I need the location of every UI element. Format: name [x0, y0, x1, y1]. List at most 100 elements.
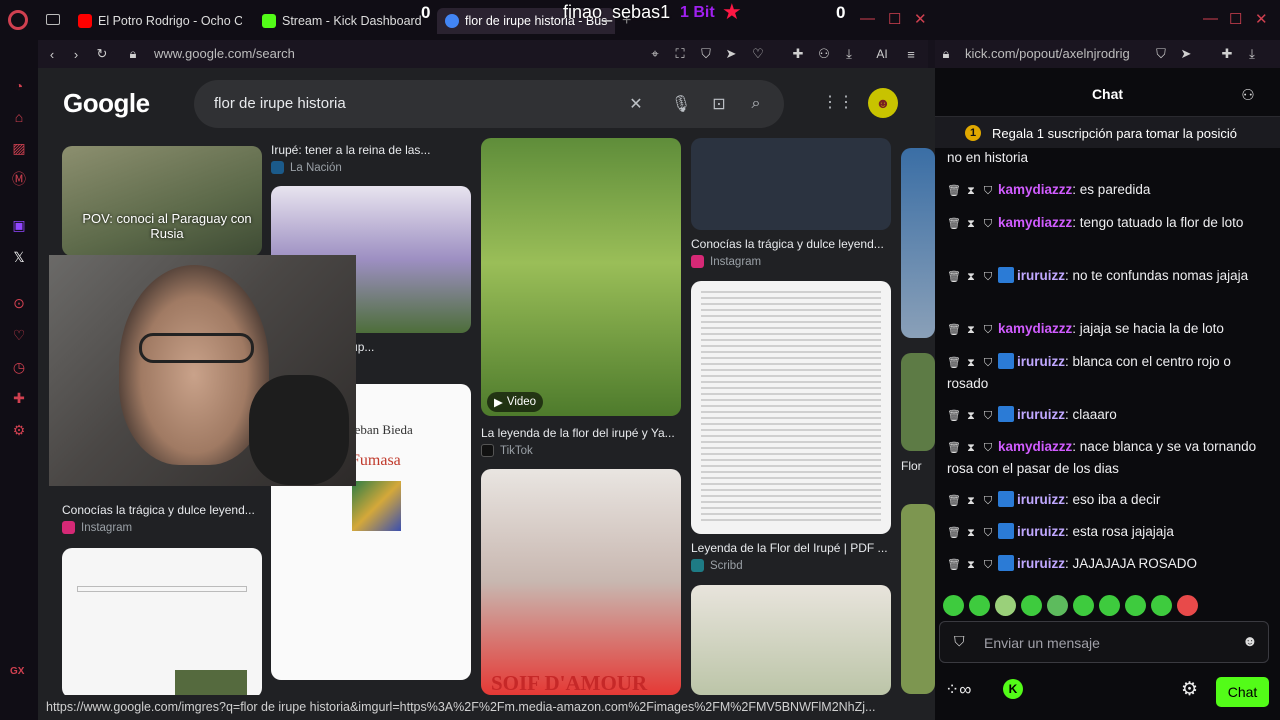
microphone-icon[interactable]: 🎙︎ — [671, 94, 691, 114]
image-result[interactable] — [62, 548, 262, 695]
username[interactable]: kamydiazzz — [998, 182, 1072, 197]
emote-icon[interactable] — [1021, 595, 1042, 616]
speed-dial-icon[interactable]: ◔ — [9, 76, 29, 96]
control-icon[interactable]: ▨ — [9, 138, 29, 158]
result-caption[interactable]: Conocías la trágica y dulce leyend... — [62, 503, 262, 517]
x-icon[interactable]: 𝕏 — [9, 247, 29, 267]
username[interactable]: kamydiazzz — [998, 215, 1072, 230]
trash-icon[interactable]: 🗑︎ — [947, 491, 961, 512]
result-caption[interactable]: Conocías la trágica y dulce leyend... — [691, 237, 891, 251]
trash-icon[interactable]: 🗑︎ — [947, 181, 961, 202]
heart-icon[interactable]: ♡ — [9, 325, 29, 345]
timeout-icon[interactable]: ⧗ — [964, 181, 978, 202]
chat-input[interactable]: ⛉ Enviar un mensaje ☻ — [939, 621, 1269, 663]
emoji-icon[interactable]: ☻ — [1242, 633, 1258, 650]
chat-close-icon[interactable]: ✕ — [1255, 10, 1268, 28]
send-icon[interactable]: ➤ — [1177, 45, 1195, 63]
timeout-icon[interactable]: ⧗ — [964, 438, 978, 459]
username[interactable]: iruruizz — [1017, 556, 1065, 571]
emote-icon[interactable] — [1151, 595, 1172, 616]
trash-icon[interactable]: 🗑︎ — [947, 353, 961, 374]
emote-icon[interactable] — [1177, 595, 1198, 616]
opera-logo-icon[interactable] — [8, 10, 28, 30]
trash-icon[interactable]: 🗑︎ — [947, 523, 961, 544]
settings-icon[interactable]: ⚙ — [1181, 678, 1198, 701]
timeout-icon[interactable]: ⧗ — [964, 406, 978, 427]
extensions-icon[interactable]: ✚ — [789, 45, 807, 63]
settings-icon[interactable]: ⚙ — [9, 420, 29, 440]
bookmark-heart-icon[interactable]: ♡ — [749, 45, 767, 63]
image-result[interactable]: POV: conoci al Paraguay con Rusia — [62, 146, 262, 256]
emote-icon[interactable] — [1099, 595, 1120, 616]
timeout-icon[interactable]: ⧗ — [964, 267, 978, 288]
result-caption[interactable]: La leyenda de la flor del irupé y Ya... — [481, 426, 681, 440]
users-icon[interactable]: ⚇ — [1238, 85, 1258, 105]
result-caption[interactable]: Leyenda de la Flor del Irupé | PDF ... — [691, 541, 891, 555]
minimize-icon[interactable]: — — [860, 10, 875, 27]
clear-icon[interactable]: ✕ — [626, 94, 646, 114]
history-icon[interactable]: ◷ — [9, 357, 29, 377]
timeout-icon[interactable]: ⧗ — [964, 491, 978, 512]
emote-icon[interactable] — [1047, 595, 1068, 616]
result-caption[interactable]: Flor — [901, 459, 935, 473]
emote-icon[interactable] — [1073, 595, 1094, 616]
emote-icon[interactable] — [995, 595, 1016, 616]
emote-icon[interactable] — [943, 595, 964, 616]
chat-url-field[interactable]: kick.com/popout/axelnjrodrig — [965, 46, 1130, 61]
timeout-icon[interactable]: ⧗ — [964, 353, 978, 374]
search-input[interactable]: flor de irupe historia — [214, 95, 346, 112]
image-result[interactable] — [901, 148, 935, 338]
tab-search-icon[interactable] — [46, 14, 60, 25]
bag-icon[interactable]: ⌂ — [9, 107, 29, 127]
image-result[interactable] — [901, 353, 935, 451]
maximize-icon[interactable]: ☐ — [888, 10, 901, 28]
username[interactable]: iruruizz — [1017, 354, 1065, 369]
extensions-icon[interactable]: ✚ — [1218, 45, 1236, 63]
search-icon[interactable]: ⌕ — [746, 94, 766, 114]
emote-icon[interactable] — [1125, 595, 1146, 616]
lens-icon[interactable]: ⊡ — [709, 94, 729, 114]
forward-icon[interactable]: › — [67, 45, 85, 63]
username[interactable]: kamydiazzz — [998, 321, 1072, 336]
shield-icon[interactable]: ⛉ — [697, 45, 715, 63]
result-caption[interactable]: Irupé: tener a la reina de las... — [271, 143, 471, 157]
twitch-icon[interactable]: ▣ — [9, 215, 29, 235]
url-field[interactable]: www.google.com/search — [154, 46, 295, 61]
download-icon[interactable]: ⤓ — [1243, 45, 1261, 63]
points-icon[interactable]: ⁘∞ — [945, 680, 971, 700]
send-icon[interactable]: ➤ — [722, 45, 740, 63]
trash-icon[interactable]: 🗑︎ — [947, 406, 961, 427]
tab-kick-dashboard[interactable]: Stream - Kick Dashboard — [254, 8, 432, 34]
snapshot-icon[interactable]: ⛶ — [671, 45, 689, 63]
reload-icon[interactable]: ↻ — [93, 45, 111, 63]
close-icon[interactable]: ✕ — [914, 10, 927, 28]
shield-icon[interactable]: ⛉ — [1152, 45, 1170, 63]
back-icon[interactable]: ‹ — [43, 45, 61, 63]
username[interactable]: iruruizz — [1017, 492, 1065, 507]
aria-ai-icon[interactable]: AI — [866, 45, 898, 63]
emote-icon[interactable] — [969, 595, 990, 616]
wallet-icon[interactable]: ⚇ — [815, 45, 833, 63]
send-chat-button[interactable]: Chat — [1216, 677, 1269, 707]
username[interactable]: iruruizz — [1017, 407, 1065, 422]
image-result[interactable] — [691, 138, 891, 230]
m-icon[interactable]: Ⓜ — [9, 169, 29, 189]
tab-youtube[interactable]: El Potro Rodrigo - Ocho Cu — [70, 8, 242, 34]
avatar[interactable]: ☻ — [868, 88, 898, 118]
chat-minimize-icon[interactable]: — — [1203, 10, 1218, 27]
extensions-icon[interactable]: ✚ — [9, 388, 29, 408]
username[interactable]: iruruizz — [1017, 524, 1065, 539]
image-result[interactable]: SOIF D'AMOUR — [481, 469, 681, 695]
play-icon[interactable]: ⊙ — [9, 293, 29, 313]
timeout-icon[interactable]: ⧗ — [964, 214, 978, 235]
video-result[interactable]: ▶ Video — [481, 138, 681, 416]
search-box[interactable]: flor de irupe historia ✕ 🎙︎ ⊡ ⌕ — [194, 80, 784, 128]
menu-icon[interactable]: ≡ — [902, 45, 920, 63]
timeout-icon[interactable]: ⧗ — [964, 523, 978, 544]
trash-icon[interactable]: 🗑︎ — [947, 555, 961, 576]
username[interactable]: kamydiazzz — [998, 439, 1072, 454]
image-result[interactable] — [691, 585, 891, 695]
pinned-message[interactable]: 1 Regala 1 suscripción para tomar la pos… — [935, 116, 1280, 148]
trash-icon[interactable]: 🗑︎ — [947, 214, 961, 235]
pin-icon[interactable]: ⌖ — [646, 45, 664, 63]
